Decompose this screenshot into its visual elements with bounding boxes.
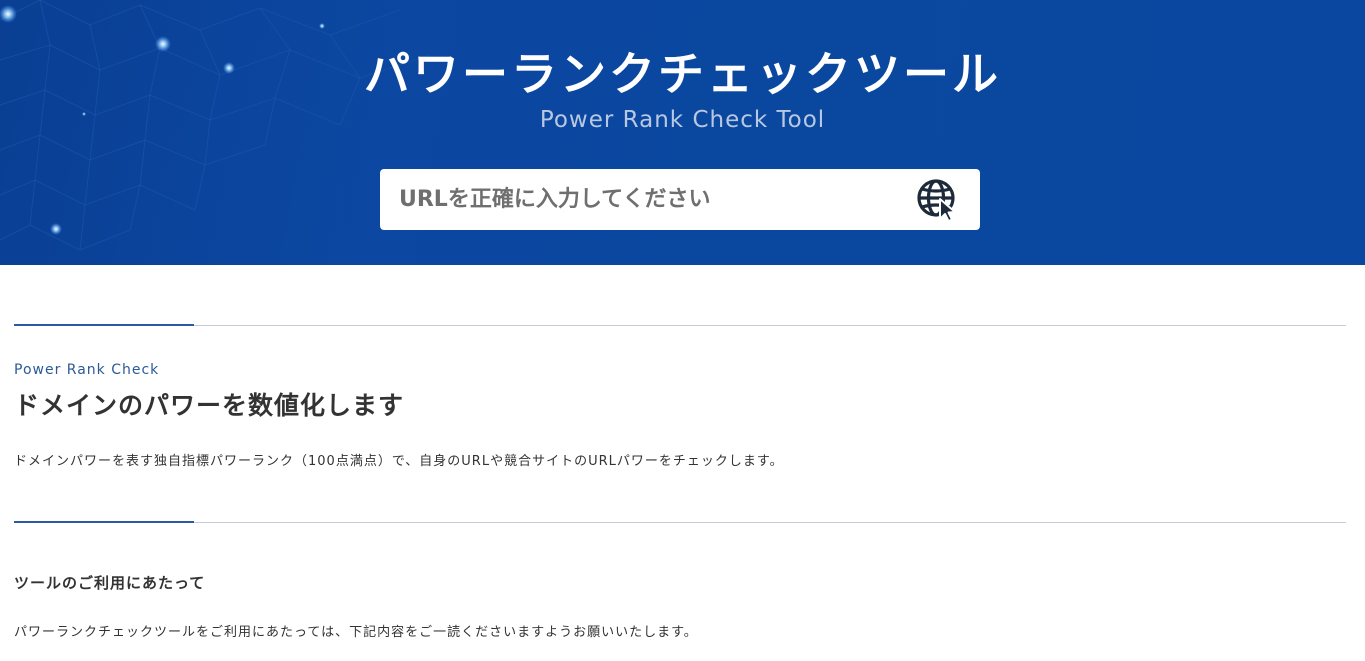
section-divider — [14, 521, 1346, 523]
hero-banner: パワーランクチェックツール Power Rank Check Tool — [0, 0, 1365, 265]
divider-accent — [14, 521, 194, 523]
url-search-form — [380, 169, 980, 230]
page-subtitle: Power Rank Check Tool — [539, 107, 826, 133]
usage-description: パワーランクチェックツールをご利用にあたっては、下記内容をご一読くださいますよう… — [14, 625, 698, 640]
section-eyebrow: Power Rank Check — [14, 362, 160, 378]
url-input[interactable] — [380, 169, 900, 230]
section-title: ドメインのパワーを数値化します — [14, 391, 405, 420]
divider-accent — [14, 324, 194, 326]
usage-title: ツールのご利用にあたって — [14, 574, 206, 592]
page-title: パワーランクチェックツール — [364, 47, 1001, 101]
check-url-button[interactable] — [916, 177, 964, 223]
section-description: ドメインパワーを表す独自指標パワーランク（100点満点）で、自身のURLや競合サ… — [14, 454, 784, 469]
globe-cursor-icon — [917, 179, 956, 222]
section-divider — [14, 324, 1346, 326]
